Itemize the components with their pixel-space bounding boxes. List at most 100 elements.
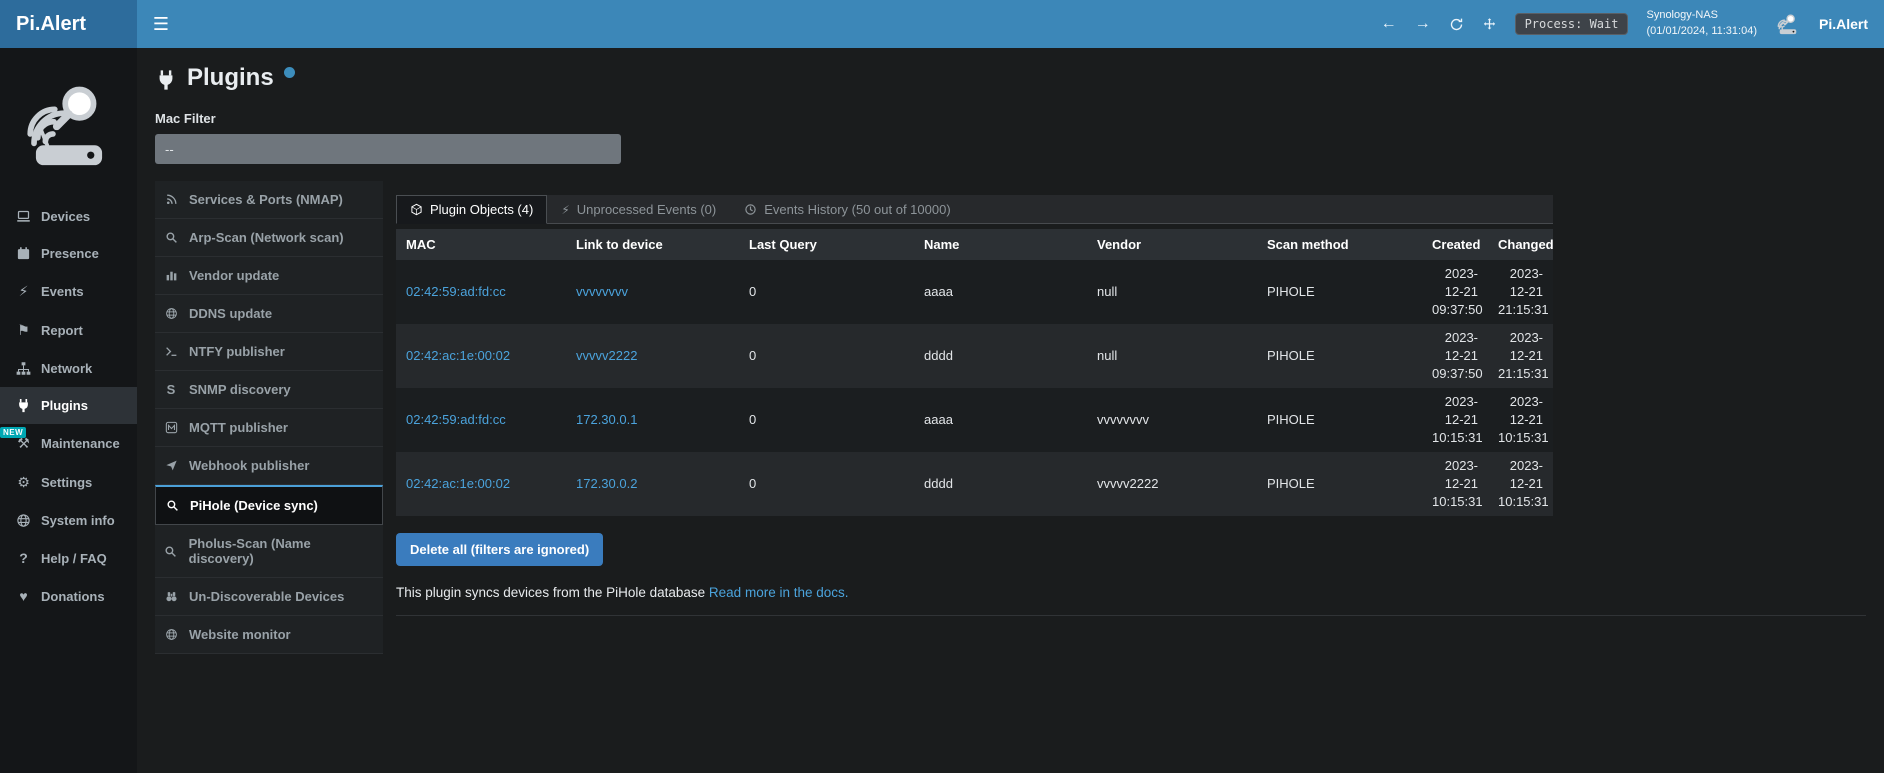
sidebar-item-label: Maintenance	[41, 436, 120, 451]
plugin-nav-label: PiHole (Device sync)	[190, 498, 318, 513]
plugin-nav-item-vendor-update[interactable]: Vendor update	[155, 257, 383, 295]
plugin-nav-item-ntfy-publisher[interactable]: NTFY publisher	[155, 333, 383, 371]
plugin-nav-item-services-ports-nmap[interactable]: Services & Ports (NMAP)	[155, 181, 383, 219]
cell-last-query: 0	[739, 260, 914, 324]
cell-scan-method: PIHOLE	[1257, 324, 1422, 388]
sidebar-item-help-faq[interactable]: ?Help / FAQ	[0, 539, 137, 577]
cell-vendor: vvvvvvvv	[1087, 388, 1257, 452]
tab-unprocessed-events-0[interactable]: ⚡Unprocessed Events (0)	[547, 195, 730, 224]
plugin-nav-item-ddns-update[interactable]: DDNS update	[155, 295, 383, 333]
col-header-changed: Changed	[1488, 229, 1553, 260]
device-datetime: (01/01/2024, 11:31:04)	[1646, 24, 1757, 40]
plugin-nav-label: MQTT publisher	[189, 420, 288, 435]
delete-all-button[interactable]: Delete all (filters are ignored)	[396, 533, 603, 566]
nav-back-icon[interactable]: ←	[1381, 16, 1397, 32]
sidebar-item-label: Devices	[41, 209, 90, 224]
docs-link[interactable]: Read more in the docs.	[709, 585, 849, 600]
sidebar-nav: Devices Presence⚡Events ⚑ Report Network Plug…	[0, 198, 137, 615]
menu-toggle-icon[interactable]: ☰	[137, 0, 185, 48]
plugin-nav-item-mqtt-publisher[interactable]: MQTT publisher	[155, 409, 383, 447]
cell-scan-method: PIHOLE	[1257, 260, 1422, 324]
page-title: Plugins	[187, 64, 274, 92]
mac-filter-input[interactable]	[155, 134, 621, 164]
plugin-nav-item-pihole-device-sync[interactable]: PiHole (Device sync)	[155, 485, 383, 525]
app-logo[interactable]: Pi.Alert	[0, 0, 137, 48]
heart-icon: ♥	[15, 588, 32, 604]
sidebar-item-donations[interactable]: ♥Donations	[0, 577, 137, 615]
mac-link[interactable]: 02:42:59:ad:fd:cc	[406, 284, 506, 299]
plugin-nav-label: Services & Ports (NMAP)	[189, 192, 343, 207]
plugin-nav-label: Vendor update	[189, 268, 279, 283]
devices-icon	[15, 209, 32, 224]
cell-mac: 02:42:59:ad:fd:cc	[396, 260, 566, 324]
plugin-nav-item-snmp-discovery[interactable]: SSNMP discovery	[155, 371, 383, 409]
plugin-nav-item-pholus-scan-name-discovery[interactable]: Pholus-Scan (Name discovery)	[155, 525, 383, 578]
tab-events-history-50-out-of-10000[interactable]: Events History (50 out of 10000)	[730, 195, 964, 224]
chart-icon	[163, 269, 179, 282]
tab-plugin-objects-4[interactable]: Plugin Objects (4)	[396, 195, 547, 224]
mac-filter-label: Mac Filter	[155, 111, 1866, 126]
mac-link[interactable]: 02:42:ac:1e:00:02	[406, 348, 510, 363]
sidebar-item-system-info[interactable]: System info	[0, 502, 137, 539]
sidebar-item-plugins[interactable]: Plugins	[0, 387, 137, 424]
sidebar-item-maintenance[interactable]: NEW⚒Maintenance	[0, 424, 137, 463]
search-icon	[163, 545, 179, 558]
cell-created: 2023-12-2110:15:31	[1422, 452, 1488, 516]
sidebar-item-label: System info	[41, 513, 115, 528]
device-link[interactable]: vvvvv2222	[576, 348, 637, 363]
mac-link[interactable]: 02:42:59:ad:fd:cc	[406, 412, 506, 427]
device-name: Synology-NAS	[1646, 8, 1757, 24]
sidebar-item-label: Network	[41, 361, 92, 376]
table-row: 02:42:ac:1e:00:02172.30.0.20ddddvvvvv222…	[396, 452, 1553, 516]
device-link[interactable]: 172.30.0.2	[576, 476, 637, 491]
move-icon[interactable]	[1482, 17, 1497, 32]
plugin-nav-item-webhook-publisher[interactable]: Webhook publisher	[155, 447, 383, 485]
device-info: Synology-NAS (01/01/2024, 11:31:04)	[1646, 8, 1757, 40]
cell-created: 2023-12-2109:37:50	[1422, 260, 1488, 324]
search-icon	[164, 499, 180, 512]
nav-forward-icon[interactable]: →	[1415, 16, 1431, 32]
sidebar-item-label: Report	[41, 323, 83, 338]
topbar: Pi.Alert ☰ ← → Process: Wait Synology-NA…	[0, 0, 1884, 48]
plugin-nav-label: DDNS update	[189, 306, 272, 321]
calendar-icon	[15, 246, 32, 261]
new-badge: NEW	[0, 427, 26, 438]
cell-mac: 02:42:ac:1e:00:02	[396, 452, 566, 516]
cell-name: dddd	[914, 324, 1087, 388]
cell-scan-method: PIHOLE	[1257, 388, 1422, 452]
sidebar-item-settings[interactable]: ⚙Settings	[0, 463, 137, 502]
table-header-row: MACLink to deviceLast QueryNameVendorSca…	[396, 229, 1553, 260]
sidebar-item-presence[interactable]: Presence	[0, 235, 137, 272]
mac-link[interactable]: 02:42:ac:1e:00:02	[406, 476, 510, 491]
sidebar-item-network[interactable]: Network	[0, 350, 137, 387]
col-header-mac: MAC	[396, 229, 566, 260]
refresh-icon[interactable]	[1449, 17, 1464, 32]
pialert-logo-icon	[1775, 12, 1801, 36]
plugin-nav: Services & Ports (NMAP) Arp-Scan (Network…	[155, 181, 383, 654]
col-header-created: Created	[1422, 229, 1488, 260]
device-link[interactable]: vvvvvvvv	[576, 284, 628, 299]
col-header-last-query: Last Query	[739, 229, 914, 260]
cell-link-to-device: vvvvv2222	[566, 324, 739, 388]
topbar-right: ← → Process: Wait Synology-NAS (01/01/20…	[1381, 0, 1884, 48]
title-help-badge[interactable]	[284, 67, 295, 78]
plugin-nav-item-un-discoverable-devices[interactable]: Un-Discoverable Devices	[155, 578, 383, 616]
sidebar-item-label: Plugins	[41, 398, 88, 413]
plugin-nav-item-arp-scan-network-scan[interactable]: Arp-Scan (Network scan)	[155, 219, 383, 257]
plugins-content: Services & Ports (NMAP) Arp-Scan (Network…	[155, 181, 1866, 654]
sidebar-item-label: Help / FAQ	[41, 551, 107, 566]
device-link[interactable]: 172.30.0.1	[576, 412, 637, 427]
binoculars-icon	[163, 590, 179, 603]
sidebar-item-devices[interactable]: Devices	[0, 198, 137, 235]
sidebar-item-events[interactable]: ⚡Events	[0, 272, 137, 311]
plugin-nav-label: Un-Discoverable Devices	[189, 589, 344, 604]
flag-icon: ⚑	[15, 322, 32, 339]
plugin-nav-item-website-monitor[interactable]: Website monitor	[155, 616, 383, 654]
cell-last-query: 0	[739, 388, 914, 452]
search-icon	[163, 231, 179, 244]
plugin-nav-label: Pholus-Scan (Name discovery)	[189, 536, 375, 566]
sidebar-item-report[interactable]: ⚑ Report	[0, 311, 137, 350]
cell-created: 2023-12-2109:37:50	[1422, 324, 1488, 388]
cell-changed: 2023-12-2110:15:31	[1488, 452, 1553, 516]
cell-mac: 02:42:ac:1e:00:02	[396, 324, 566, 388]
